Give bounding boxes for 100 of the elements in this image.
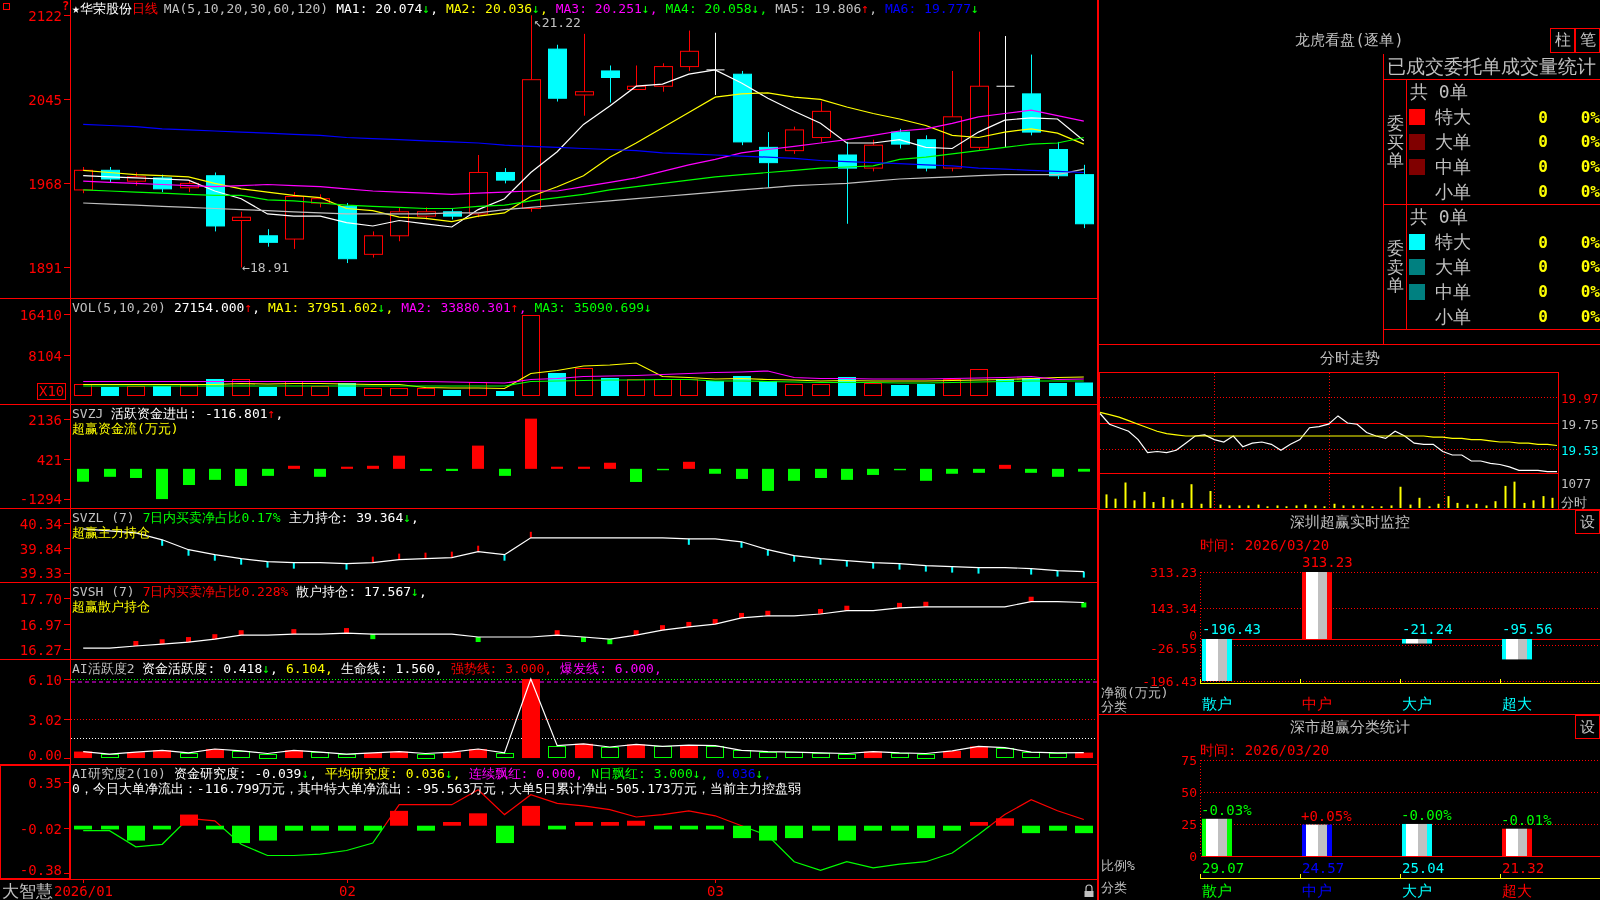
indicator-readout: 强势线: 3.000, (450, 661, 553, 676)
side-label: 委卖单 (1386, 238, 1404, 296)
change-label: -0.01% (1501, 811, 1552, 828)
axis-label: 0.00 (28, 747, 62, 763)
time-label: 时间: 2026/03/20 (1200, 742, 1330, 758)
axis-label: 39.84 (19, 540, 62, 557)
axis-label: 40.34 (19, 515, 62, 532)
change-label: +0.05% (1301, 807, 1352, 824)
category-label: 大户 (1402, 882, 1432, 900)
indicator-readout: 散户持仓: 17.567↓, (296, 584, 427, 599)
order-size-label: 中单 (1435, 279, 1471, 304)
time-label: 时间: 2026/03/20 (1200, 537, 1330, 553)
indicator-readout: 主力持仓: 39.364↓, (288, 510, 419, 525)
brand-label: 大智慧 (2, 881, 53, 900)
indicator-readout: 7日内买卖净占比0.228% (142, 584, 289, 599)
indicator-readout: 活跃资金进出: -116.801↑, (111, 406, 284, 421)
order-size-label: 特大 (1435, 105, 1471, 130)
side-label: 委买单 (1386, 113, 1404, 171)
panel-title: 深圳超赢实时监控 (1289, 512, 1410, 532)
indicator-readout: 平均研究度: 0.036↓, (325, 766, 461, 781)
indicator-readout: 连续飘红: 0.000, (468, 766, 584, 781)
change-label: -0.03% (1201, 801, 1252, 818)
axis-label: 1968 (28, 175, 62, 192)
indicator-readout: MA4: 20.058↓, (665, 1, 768, 16)
order-size-label: 大单 (1435, 255, 1471, 279)
change-label: -0.00% (1401, 806, 1452, 823)
volume-peak-label: 1077 (1561, 476, 1592, 491)
axis-label: 421 (36, 451, 62, 468)
indicator-name: MA(5,10,20,30,60,120) (163, 1, 329, 16)
order-total: 共 0单 (1409, 205, 1469, 230)
axis-label: 8104 (28, 347, 62, 364)
indicator-readout: MA2: 20.036↓, (445, 1, 548, 16)
order-size-label: 小单 (1435, 179, 1471, 204)
axis-label: -0.02 (19, 820, 62, 837)
axis-label: 19.75 (1561, 416, 1599, 432)
order-size-label: 特大 (1435, 230, 1471, 255)
indicator-readout: MA6: 19.777↓ (884, 1, 979, 16)
axis-label: 1891 (28, 259, 62, 276)
axis-label: 6.10 (28, 671, 62, 688)
axis-label: 50 (1181, 784, 1197, 800)
value-label: 21.32 (1502, 860, 1545, 876)
panel-title: 分时走势 (1318, 348, 1381, 369)
indicator-readout: MA3: 20.251↓, (555, 1, 658, 16)
value-label: 29.07 (1202, 860, 1245, 876)
order-count: 0 (1538, 232, 1548, 252)
order-size-label: 中单 (1435, 154, 1471, 179)
axis-label: 3.02 (28, 711, 62, 728)
category-label: 大户 (1402, 695, 1432, 713)
axis-label: 19.53 (1561, 442, 1599, 458)
scale-label: X10 (37, 383, 67, 400)
axis-label: 313.23 (1150, 564, 1197, 580)
order-share: 0% (1580, 182, 1600, 202)
order-count: 0 (1538, 257, 1548, 277)
value-label: -196.43 (1202, 621, 1261, 637)
category-label: 超大 (1502, 695, 1532, 713)
indicator-readout: 生命线: 1.560, (340, 661, 443, 676)
order-share: 0% (1580, 157, 1600, 177)
indicator-caption: 超赢资金流(万元) (72, 421, 179, 436)
axis-title: 分类 (1101, 699, 1127, 714)
value-label: 313.23 (1302, 554, 1353, 570)
period-label: 日线 (131, 1, 158, 16)
order-total: 共 0单 (1409, 80, 1469, 105)
order-count: 0 (1538, 307, 1548, 327)
order-count: 0 (1538, 132, 1548, 152)
indicator-name: SVSH (7) (72, 584, 135, 599)
axis-label: -26.55 (1150, 640, 1197, 656)
category-label: 散户 (1202, 882, 1232, 900)
axis-label: 17.70 (19, 590, 62, 607)
axis-label: 2122 (28, 7, 62, 24)
indicator-name: AI研究度2(10) (72, 766, 166, 781)
indicator-readout: 资金活跃度: 0.418↓, (142, 661, 278, 676)
axis-label: 0 (1189, 627, 1197, 643)
axis-title: 净额(万元) (1101, 685, 1169, 700)
panel-title: 龙虎看盘(逐单) (1295, 31, 1404, 51)
indicator-readout: 爆发线: 6.000, (560, 661, 662, 676)
axis-label: 75 (1181, 752, 1197, 768)
axis-label: 25 (1181, 816, 1197, 832)
axis-label: 16.97 (19, 616, 62, 633)
table-title: 已成交委托单成交量统计 (1384, 54, 1600, 80)
value-label: 25.04 (1402, 860, 1445, 876)
axis-label: -0.38 (19, 862, 62, 878)
indicator-readout: MA2: 33880.301↑, (401, 300, 527, 315)
order-share: 0% (1580, 282, 1600, 302)
order-size-label: 小单 (1435, 304, 1471, 329)
price-annotation: ↖21.22 (533, 15, 581, 31)
panel-title: 深市超赢分类统计 (1289, 717, 1410, 737)
order-share: 0% (1580, 257, 1600, 277)
axis-label: -1294 (19, 491, 62, 507)
indicator-readout: MA5: 19.806↑, (775, 1, 877, 16)
order-count: 0 (1538, 182, 1548, 202)
order-share: 0% (1580, 107, 1600, 127)
axis-label: 16410 (19, 306, 62, 323)
indicator-name: SVZL (7) (72, 510, 135, 525)
value-label: 24.57 (1302, 860, 1345, 876)
order-share: 0% (1580, 232, 1600, 252)
indicator-readout: 27154.000↑, (173, 300, 261, 315)
indicator-readout: MA1: 37951.602↓, (268, 300, 394, 315)
stock-name: ★华荣股份 (72, 1, 132, 16)
indicator-name: VOL(5,10,20) (72, 300, 166, 315)
price-annotation: ←18.91 (242, 260, 290, 276)
